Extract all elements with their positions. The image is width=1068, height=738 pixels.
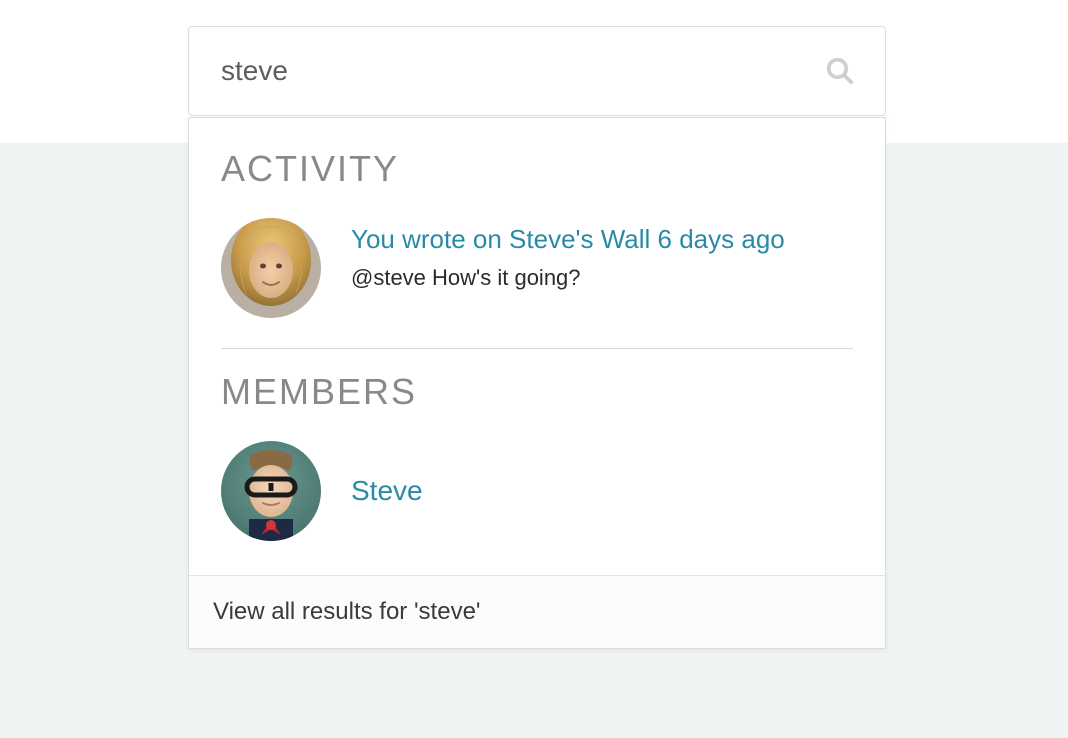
avatar [221, 218, 321, 318]
activity-item[interactable]: You wrote on Steve's Wall 6 days ago @st… [221, 218, 853, 348]
search-box [188, 26, 886, 116]
search-input[interactable] [219, 54, 825, 88]
view-all-results[interactable]: View all results for 'steve' [189, 575, 885, 648]
activity-text: You wrote on Steve's Wall 6 days ago @st… [351, 218, 785, 291]
dropdown-body: ACTIVITY [189, 118, 885, 575]
member-link[interactable]: Steve [351, 475, 423, 507]
search-icon[interactable] [825, 56, 855, 86]
search-row [189, 27, 885, 115]
member-item[interactable]: Steve [221, 441, 853, 551]
members-heading: MEMBERS [221, 371, 853, 413]
activity-heading: ACTIVITY [221, 148, 853, 190]
activity-link[interactable]: You wrote on Steve's Wall 6 days ago [351, 224, 785, 255]
activity-snippet: @steve How's it going? [351, 265, 785, 291]
avatar [221, 441, 321, 541]
divider [221, 348, 853, 349]
search-dropdown: ACTIVITY [188, 117, 886, 649]
